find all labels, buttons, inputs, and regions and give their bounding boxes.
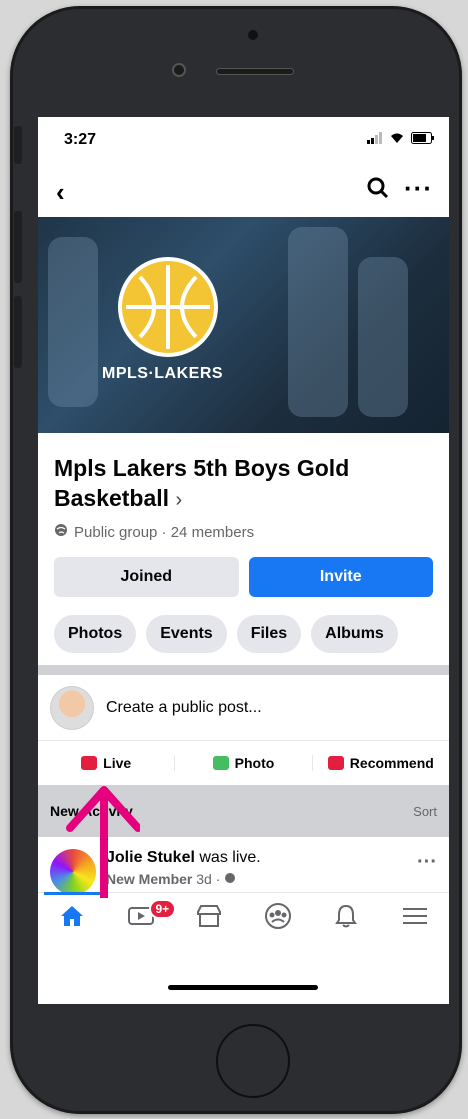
- group-action-buttons: Joined Invite: [38, 549, 449, 605]
- wifi-icon: [389, 131, 405, 149]
- home-icon: [59, 904, 85, 933]
- group-title[interactable]: Mpls Lakers 5th Boys Gold Basketball ›: [38, 433, 449, 515]
- cover-player-figure: [358, 257, 408, 417]
- invite-button[interactable]: Invite: [248, 557, 433, 597]
- chip-photos[interactable]: Photos: [54, 615, 137, 653]
- tab-groups[interactable]: [244, 893, 313, 944]
- composer-placeholder[interactable]: Create a public post...: [106, 699, 262, 717]
- groups-icon: [264, 902, 292, 935]
- avatar: [50, 685, 94, 730]
- earpiece-speaker: [216, 68, 294, 75]
- signal-icon: [367, 131, 383, 149]
- group-cover-photo[interactable]: MPLS·LAKERS: [38, 217, 449, 433]
- section-divider: [38, 665, 449, 675]
- group-name: Mpls Lakers 5th Boys Gold Basketball: [54, 455, 350, 511]
- more-icon[interactable]: ···: [417, 851, 437, 874]
- globe-icon: [54, 523, 68, 541]
- group-section-chips: Photos Events Files Albums: [38, 605, 449, 665]
- status-time: 3:27: [64, 131, 97, 148]
- chevron-right-icon: ›: [175, 489, 183, 511]
- home-indicator: [168, 985, 318, 990]
- annotation-arrow-icon: [66, 786, 140, 898]
- feed-action: was live.: [199, 849, 261, 866]
- live-button[interactable]: Live: [38, 755, 174, 771]
- tab-watch[interactable]: 9+: [107, 893, 177, 944]
- joined-button[interactable]: Joined: [54, 557, 239, 597]
- recommend-button[interactable]: Recommend: [311, 755, 449, 771]
- menu-icon: [402, 906, 428, 931]
- globe-icon: [224, 871, 236, 887]
- chip-files[interactable]: Files: [236, 615, 302, 653]
- status-bar: 3:27: [38, 117, 449, 163]
- chip-events[interactable]: Events: [146, 615, 227, 653]
- chip-albums[interactable]: Albums: [311, 615, 398, 653]
- team-logo: [118, 257, 218, 357]
- front-camera: [248, 30, 258, 40]
- tab-marketplace[interactable]: [175, 893, 244, 944]
- home-button[interactable]: [216, 1024, 290, 1098]
- live-label: Live: [103, 755, 132, 771]
- watch-badge: 9+: [148, 899, 177, 919]
- post-action-bar: Live Photo Recommend: [38, 741, 449, 785]
- tab-home[interactable]: [38, 892, 107, 944]
- cover-player-figure: [288, 227, 348, 417]
- status-icons: [367, 131, 435, 149]
- sensor-dot: [172, 63, 186, 77]
- live-video-icon: [81, 756, 98, 770]
- feed-time: 3d ·: [196, 871, 221, 887]
- group-privacy-members: Public group · 24 members: [74, 523, 255, 541]
- post-composer[interactable]: Create a public post...: [38, 675, 449, 741]
- photo-icon: [212, 756, 229, 770]
- photo-label: Photo: [234, 755, 275, 771]
- more-icon[interactable]: ···: [404, 173, 433, 204]
- recommend-label: Recommend: [349, 755, 434, 771]
- recommend-icon: [327, 756, 344, 770]
- tab-menu[interactable]: [381, 893, 450, 944]
- volume-up-button: [14, 211, 22, 283]
- battery-icon: [411, 131, 435, 149]
- cover-player-figure: [48, 237, 98, 407]
- search-icon[interactable]: [367, 177, 389, 204]
- bell-icon: [334, 903, 358, 934]
- mute-switch: [14, 126, 22, 164]
- back-icon[interactable]: ‹: [56, 177, 65, 208]
- group-meta: Public group · 24 members: [38, 515, 449, 549]
- group-header-bar: ‹ ···: [38, 163, 449, 217]
- tab-notifications[interactable]: [312, 893, 381, 944]
- photo-button[interactable]: Photo: [174, 755, 311, 771]
- marketplace-icon: [195, 904, 223, 933]
- volume-down-button: [14, 296, 22, 368]
- sort-button[interactable]: Sort: [413, 804, 437, 819]
- cover-logo-text: MPLS·LAKERS: [102, 365, 224, 382]
